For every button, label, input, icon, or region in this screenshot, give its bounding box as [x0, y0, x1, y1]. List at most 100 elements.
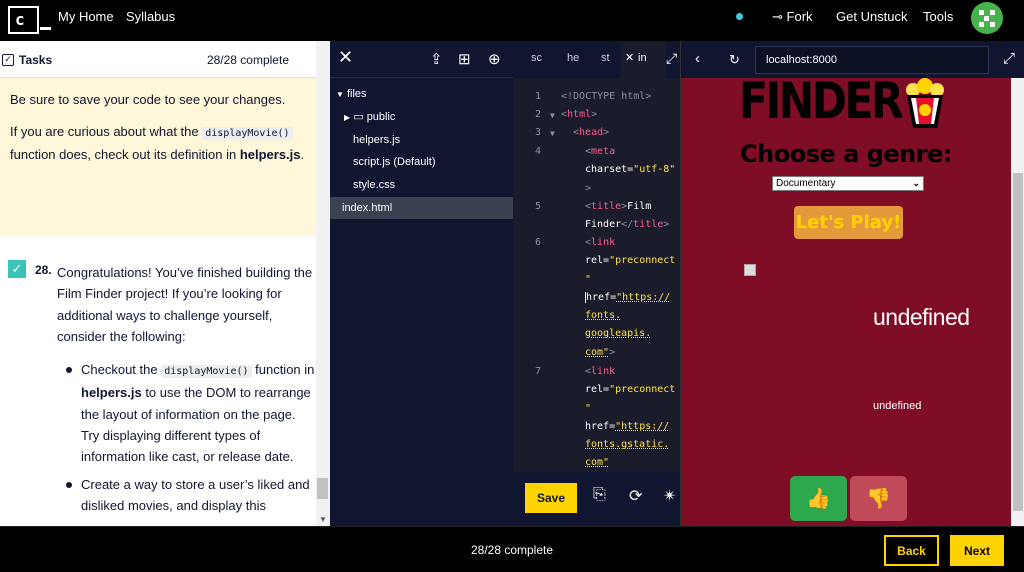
genre-selected-value: Documentary [776, 178, 836, 189]
tab-index[interactable]: ✕ in [621, 41, 666, 78]
list-item: Create a way to store a user’s liked and… [57, 474, 316, 517]
checkbox-icon: ✓ [2, 54, 14, 66]
scroll-thumb[interactable] [1013, 173, 1023, 511]
hint-text: function does, check out its definition … [10, 147, 240, 162]
hint-box: Be sure to save your code to see your ch… [0, 78, 330, 236]
tree-folder-public[interactable]: ▶ ▭ public [330, 106, 513, 128]
clear-icon[interactable]: ✴ [663, 486, 676, 506]
tree-file-helpers[interactable]: helpers.js [330, 129, 513, 151]
close-icon[interactable]: ✕ [338, 47, 353, 68]
dislike-button[interactable]: 👎 [850, 476, 907, 521]
new-folder-icon[interactable]: ⊞ [458, 50, 471, 68]
line-number: 1 [534, 91, 541, 102]
tools-button[interactable]: Tools [923, 9, 953, 24]
folder-icon: ▭ [353, 111, 364, 123]
tasks-count: 28/28 complete [206, 53, 289, 67]
fullscreen-icon[interactable]: ⤢ [1003, 50, 1015, 67]
tab-helpers[interactable]: he [567, 52, 579, 64]
task-text: Congratulations! You’ve finished buildin… [57, 265, 313, 344]
tasks-header[interactable]: ✓ Tasks 28/28 complete [0, 41, 330, 78]
hint-text: . [300, 147, 305, 162]
code-head-tag: <head> [573, 127, 610, 138]
code-link-1: <link rel="preconnect " href="https:// f… [585, 237, 676, 358]
scroll-down-icon[interactable]: ▼ [319, 515, 327, 524]
upload-icon[interactable]: ⇪ [430, 50, 443, 68]
editor-toolbar: Save ⎘ ⟳ ✴ [513, 472, 680, 526]
chevron-down-icon: ▼ [336, 90, 344, 99]
my-home-link[interactable]: My Home [58, 9, 114, 24]
logo-cursor [40, 27, 51, 30]
code-doctype: <!DOCTYPE html> [561, 91, 652, 102]
preview-scrollbar[interactable] [1011, 78, 1024, 526]
syllabus-link[interactable]: Syllabus [126, 9, 175, 24]
fold-icon[interactable]: ▼ [550, 107, 555, 125]
tab-style[interactable]: st [601, 52, 610, 64]
code-link-2: <link rel="preconnect " href="https:// f… [585, 366, 676, 469]
tree-file-script[interactable]: script.js (Default) [330, 151, 513, 173]
browser-preview: ‹ ↻ localhost:8000 ⤢ FINDER Choose a gen… [680, 41, 1024, 526]
instructions-scrollbar[interactable]: ▼ [316, 41, 330, 526]
save-button[interactable]: Save [525, 483, 577, 513]
codecademy-logo[interactable]: c [8, 6, 39, 34]
thumbs-down-icon: 👎 [866, 488, 891, 510]
code-editor[interactable]: sc he st ✕ in ⤢ 1 2 3 4 5 6 7 ▼ ▼ <!DOCT… [513, 41, 680, 472]
fork-icon: ⊸ [772, 9, 783, 24]
code-html-tag: <html> [561, 109, 598, 120]
line-number: 4 [534, 146, 541, 157]
fork-button[interactable]: ⊸ Fork [772, 9, 813, 25]
back-button[interactable]: Back [884, 535, 939, 566]
close-tab-icon[interactable]: ✕ [625, 51, 634, 64]
refresh-icon[interactable]: ⟳ [629, 486, 642, 506]
tab-index-label: in [638, 52, 647, 64]
page-viewport: FINDER Choose a genre: Documentary ⌄ Let'… [681, 78, 1011, 526]
file-tree: ✕ ⇪ ⊞ ⊕ ▼ files ▶ ▭ public helpers.js sc… [330, 41, 513, 526]
check-icon[interactable]: ✓ [8, 260, 26, 278]
tab-script[interactable]: sc [531, 52, 542, 64]
copy-icon[interactable]: ⎘ [593, 486, 606, 504]
status-dot [736, 13, 743, 20]
inline-code: displayMovie() [161, 365, 252, 379]
code-title: <title>Film Finder</title> [585, 201, 670, 231]
chevron-right-icon: ▶ [344, 113, 351, 122]
back-arrow-icon[interactable]: ‹ [695, 50, 700, 67]
scroll-thumb[interactable] [317, 478, 328, 499]
task-number: 28. [35, 263, 52, 277]
browser-toolbar: ‹ ↻ localhost:8000 ⤢ [681, 41, 1024, 78]
tasks-title: Tasks [19, 53, 53, 67]
tree-file-index[interactable]: index.html [330, 197, 513, 219]
file-tree-toolbar: ✕ ⇪ ⊞ ⊕ [330, 41, 513, 78]
movie-overview: undefined [873, 400, 922, 412]
file-name: helpers.js [239, 147, 301, 162]
broken-image-icon [744, 264, 756, 276]
like-button[interactable]: 👍 [790, 476, 847, 521]
url-bar[interactable]: localhost:8000 [755, 46, 989, 74]
reload-icon[interactable]: ↻ [729, 52, 740, 68]
folder-label: files [346, 88, 367, 100]
new-file-icon[interactable]: ⊕ [488, 50, 501, 68]
lets-play-button[interactable]: Let's Play! [794, 206, 903, 239]
folder-label: public [366, 111, 396, 123]
get-unstuck-button[interactable]: Get Unstuck [836, 9, 908, 24]
editor-tabs: sc he st ✕ in ⤢ [513, 41, 680, 78]
genre-select[interactable]: Documentary ⌄ [772, 176, 924, 191]
movie-title: undefined [873, 304, 970, 330]
line-number: 3 [534, 127, 541, 138]
tree-folder-files[interactable]: ▼ files [330, 83, 513, 105]
finder-heading: FINDER [739, 78, 904, 130]
tree-file-style[interactable]: style.css [330, 174, 513, 196]
hint-text-1: Be sure to save your code to see your ch… [10, 92, 286, 107]
avatar[interactable] [971, 2, 1003, 34]
hint-text: If you are curious about what the [10, 124, 203, 139]
fork-label: Fork [786, 9, 813, 24]
list-item: Checkout the displayMovie() function in … [57, 359, 316, 467]
task-bullets: Checkout the displayMovie() function in … [57, 359, 316, 516]
line-number: 6 [534, 237, 541, 248]
fold-icon[interactable]: ▼ [550, 125, 555, 143]
task-28: ✓ 28. Congratulations! You’ve finished b… [0, 236, 330, 516]
inline-code: displayMovie() [202, 127, 293, 140]
code-meta: <meta charset="utf-8" > [585, 146, 676, 194]
expand-icon[interactable]: ⤢ [666, 50, 677, 67]
popcorn-icon [906, 78, 944, 128]
instructions-pane: ✓ Tasks 28/28 complete Be sure to save y… [0, 41, 330, 526]
next-button[interactable]: Next [950, 535, 1004, 566]
